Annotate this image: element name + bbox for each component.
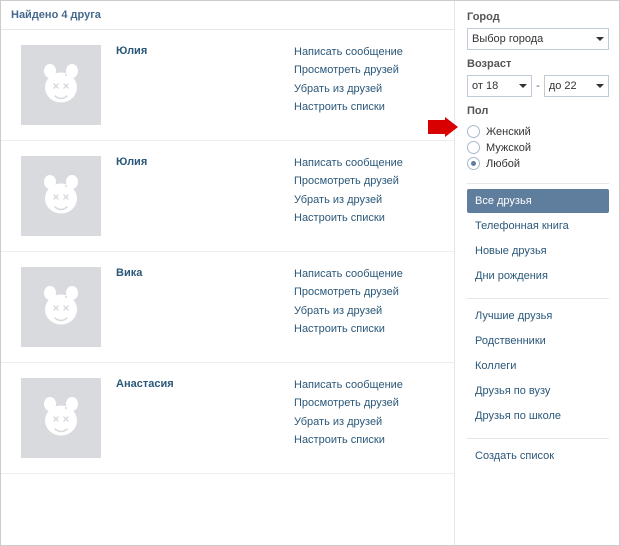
- friend-action-link[interactable]: Убрать из друзей: [294, 304, 444, 319]
- gender-radio-label: Мужской: [486, 142, 531, 154]
- sidebar-filter-item[interactable]: Новые друзья: [467, 239, 609, 263]
- friend-action-link[interactable]: Настроить списки: [294, 433, 444, 448]
- age-label: Возраст: [467, 58, 609, 70]
- radio-icon: [467, 157, 480, 170]
- avatar[interactable]: [21, 156, 101, 236]
- radio-icon: [467, 141, 480, 154]
- friend-action-link[interactable]: Настроить списки: [294, 211, 444, 226]
- chevron-down-icon: [596, 84, 604, 88]
- friend-action-link[interactable]: Просмотреть друзей: [294, 63, 444, 78]
- age-to-value: до 22: [549, 80, 577, 92]
- sidebar-filter-item[interactable]: Друзья по школе: [467, 404, 609, 428]
- friend-info: Вика: [116, 267, 279, 347]
- friend-action-link[interactable]: Написать сообщение: [294, 267, 444, 282]
- avatar[interactable]: [21, 378, 101, 458]
- friend-actions: Написать сообщение Просмотреть друзей Убра…: [294, 378, 444, 458]
- friend-actions: Написать сообщение Просмотреть друзей Убра…: [294, 45, 444, 125]
- friend-action-link[interactable]: Просмотреть друзей: [294, 174, 444, 189]
- main-column: Найдено 4 друга Юлия Написать сообщение Пр…: [1, 1, 455, 545]
- sidebar-filter-item[interactable]: Лучшие друзья: [467, 304, 609, 328]
- city-select[interactable]: Выбор города: [467, 28, 609, 50]
- gender-radio-row[interactable]: Женский: [467, 125, 609, 138]
- sidebar-divider: [467, 438, 609, 439]
- friend-row: Юлия Написать сообщение Просмотреть друзей…: [1, 30, 454, 141]
- sidebar-filter-item[interactable]: Телефонная книга: [467, 214, 609, 238]
- sidebar-filter-item[interactable]: Родственники: [467, 329, 609, 353]
- gender-radio-row[interactable]: Любой: [467, 157, 609, 170]
- friend-row: Анастасия Написать сообщение Просмотреть д…: [1, 363, 454, 474]
- friend-row: Вика Написать сообщение Просмотреть друзей…: [1, 252, 454, 363]
- age-from-value: от 18: [472, 80, 498, 92]
- age-from-select[interactable]: от 18: [467, 75, 532, 97]
- friend-info: Юлия: [116, 45, 279, 125]
- sidebar-divider: [467, 298, 609, 299]
- friend-name[interactable]: Юлия: [116, 45, 279, 57]
- friend-row: Юлия Написать сообщение Просмотреть друзей…: [1, 141, 454, 252]
- friend-name[interactable]: Вика: [116, 267, 279, 279]
- chevron-down-icon: [519, 84, 527, 88]
- sidebar-filter-item[interactable]: Коллеги: [467, 354, 609, 378]
- friend-action-link[interactable]: Убрать из друзей: [294, 193, 444, 208]
- gender-radio-label: Любой: [486, 158, 520, 170]
- friend-actions: Написать сообщение Просмотреть друзей Убра…: [294, 267, 444, 347]
- age-to-select[interactable]: до 22: [544, 75, 609, 97]
- city-select-value: Выбор города: [472, 33, 543, 45]
- friend-info: Анастасия: [116, 378, 279, 458]
- gender-label: Пол: [467, 105, 609, 117]
- radio-icon: [467, 125, 480, 138]
- age-dash: -: [536, 80, 540, 92]
- avatar[interactable]: [21, 267, 101, 347]
- sidebar-divider: [467, 183, 609, 184]
- gender-radio-label: Женский: [486, 126, 531, 138]
- friend-action-link[interactable]: Настроить списки: [294, 100, 444, 115]
- friend-name[interactable]: Анастасия: [116, 378, 279, 390]
- sidebar-filter-item[interactable]: Создать список: [467, 444, 609, 468]
- friend-action-link[interactable]: Убрать из друзей: [294, 82, 444, 97]
- gender-radio-row[interactable]: Мужской: [467, 141, 609, 154]
- friend-action-link[interactable]: Просмотреть друзей: [294, 396, 444, 411]
- friend-action-link[interactable]: Убрать из друзей: [294, 415, 444, 430]
- friend-actions: Написать сообщение Просмотреть друзей Убра…: [294, 156, 444, 236]
- friend-action-link[interactable]: Настроить списки: [294, 322, 444, 337]
- sidebar-filter-item[interactable]: Дни рождения: [467, 264, 609, 288]
- sidebar-filter-item[interactable]: Друзья по вузу: [467, 379, 609, 403]
- friend-action-link[interactable]: Просмотреть друзей: [294, 285, 444, 300]
- chevron-down-icon: [596, 37, 604, 41]
- sidebar-filter-item[interactable]: Все друзья: [467, 189, 609, 213]
- city-label: Город: [467, 11, 609, 23]
- friend-name[interactable]: Юлия: [116, 156, 279, 168]
- sidebar: Город Выбор города Возраст от 18 - до 22…: [455, 1, 619, 545]
- results-header: Найдено 4 друга: [1, 1, 454, 30]
- friend-info: Юлия: [116, 156, 279, 236]
- friend-action-link[interactable]: Написать сообщение: [294, 156, 444, 171]
- friend-action-link[interactable]: Написать сообщение: [294, 378, 444, 393]
- avatar[interactable]: [21, 45, 101, 125]
- friend-action-link[interactable]: Написать сообщение: [294, 45, 444, 60]
